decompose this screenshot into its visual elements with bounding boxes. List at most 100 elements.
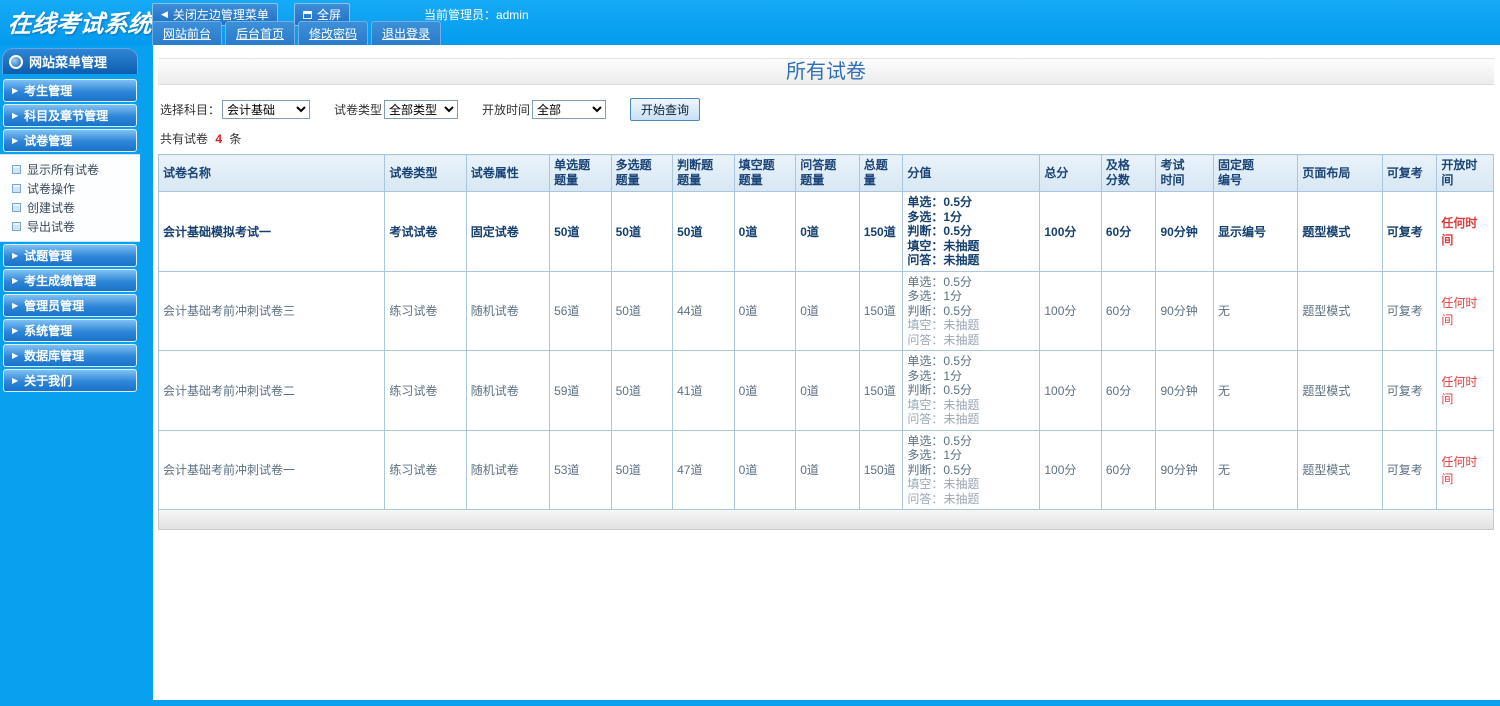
cell-scores: 单选：0.5分 多选：1分 判断：0.5分 填空：未抽题 问答：未抽题: [902, 191, 1041, 272]
sidebar-item-label: 数据库管理: [24, 349, 85, 363]
cell-type: 练习试卷: [384, 350, 467, 431]
sidebar-item-2[interactable]: ▶ 试卷管理: [3, 129, 137, 152]
arrow-icon: ▶: [12, 375, 19, 385]
cell-open: 任何时间: [1436, 191, 1494, 272]
cell-single: 56道: [549, 270, 612, 351]
cell-name: 会计基础考前冲刺试卷二: [157, 350, 386, 431]
cell-time: 90分钟: [1155, 429, 1215, 510]
column-header: 试卷名称: [157, 154, 386, 192]
paper-type-select[interactable]: 全部类型: [384, 100, 459, 119]
cell-blank: 0道: [733, 191, 797, 272]
column-header: 固定题 编号: [1213, 154, 1299, 192]
topbar-tab-2[interactable]: 修改密码: [298, 21, 369, 45]
cell-total_score: 100分: [1039, 350, 1102, 431]
cell-scores: 单选：0.5分 多选：1分 判断：0.5分 填空：未抽题 问答：未抽题: [902, 350, 1041, 431]
result-count: 4: [215, 132, 223, 146]
collapse-left-icon: ◀: [161, 9, 168, 19]
arrow-icon: ▶: [12, 135, 19, 145]
cell-fixed_no: 无: [1213, 350, 1299, 431]
cell-pass: 60分: [1100, 350, 1157, 431]
column-header: 可复考: [1381, 154, 1438, 192]
topbar-tab-3[interactable]: 退出登录: [371, 21, 442, 45]
submenu-item[interactable]: 试卷操作: [12, 179, 140, 198]
filter-bar: 选择科目： 会计基础 试卷类型 全部类型 开放时间 全部 开始查询: [160, 98, 1494, 121]
subject-select[interactable]: 会计基础: [222, 100, 311, 119]
cell-blank: 0道: [733, 270, 797, 351]
table-row: 会计基础考前冲刺试卷一 练习试卷 随机试卷 53道 50道 47道 0道 0道 150道 单选：0…: [157, 429, 1494, 510]
sidebar-item-label: 系统管理: [24, 324, 73, 338]
submenu-item-label: 显示所有试卷: [27, 163, 100, 177]
cell-multi: 50道: [610, 270, 674, 351]
cell-fixed_no: 无: [1213, 270, 1299, 351]
sidebar-item-5[interactable]: ▶ 管理员管理: [3, 294, 137, 317]
cell-retake: 可复考: [1381, 270, 1438, 351]
column-header: 问答题 题量: [795, 154, 860, 192]
sidebar-item-label: 管理员管理: [24, 299, 85, 313]
cell-fixed_no: 无: [1213, 429, 1299, 510]
sidebar-item-0[interactable]: ▶ 考生管理: [3, 79, 137, 102]
subject-filter-label: 选择科目：: [160, 103, 221, 117]
cell-multi: 50道: [610, 191, 674, 272]
cell-pass: 60分: [1100, 191, 1157, 272]
cell-retake: 可复考: [1381, 429, 1438, 510]
cell-layout: 题型模式: [1297, 429, 1383, 510]
arrow-icon: ▶: [12, 350, 19, 360]
cell-blank: 0道: [733, 350, 797, 431]
cell-attr: 固定试卷: [465, 191, 551, 272]
main-content: 所有试卷 选择科目： 会计基础 试卷类型 全部类型 开放时间 全部 开始查询 共…: [153, 45, 1500, 700]
sidebar-item-label: 考生管理: [24, 84, 73, 98]
result-summary: 共有试卷 4 条: [160, 130, 1494, 147]
cell-type: 练习试卷: [384, 270, 467, 351]
sidebar-item-4[interactable]: ▶ 考生成绩管理: [3, 269, 137, 292]
sidebar-item-6[interactable]: ▶ 系统管理: [3, 319, 137, 342]
cell-scores: 单选：0.5分 多选：1分 判断：0.5分 填空：未抽题 问答：未抽题: [902, 270, 1041, 351]
open-time-select[interactable]: 全部: [532, 100, 607, 119]
cell-total_score: 100分: [1039, 429, 1102, 510]
time-filter-label: 开放时间: [482, 103, 531, 117]
sidebar-item-7[interactable]: ▶ 数据库管理: [3, 344, 137, 367]
app-logo: 在线考试系统: [6, 11, 153, 38]
sidebar-item-1[interactable]: ▶ 科目及章节管理: [3, 104, 137, 127]
submenu-item[interactable]: 创建试卷: [12, 198, 140, 217]
cell-total_q: 150道: [858, 350, 904, 431]
page-layout: 网站菜单管理 ▶ 考生管理 ▶ 科目及章节管理 ▶ 试卷管理 显示所有试卷 试卷操作 创建试卷导…: [0, 45, 1500, 700]
sidebar: 网站菜单管理 ▶ 考生管理 ▶ 科目及章节管理 ▶ 试卷管理 显示所有试卷 试卷操作 创建试卷导…: [0, 45, 140, 700]
cell-open: 任何时间: [1436, 429, 1494, 510]
sidebar-item-3[interactable]: ▶ 试题管理: [3, 244, 137, 267]
cell-judge: 41道: [672, 350, 735, 431]
topbar-tab-1[interactable]: 后台首页: [225, 21, 296, 45]
cell-multi: 50道: [610, 429, 674, 510]
cell-layout: 题型模式: [1297, 270, 1383, 351]
query-button[interactable]: 开始查询: [630, 98, 701, 121]
cell-time: 90分钟: [1155, 350, 1215, 431]
table-header-row: 试卷名称 试卷类型 试卷属性 单选题 题量 多选题 题量 判断题 题量 填空题 题量 问答题 …: [157, 154, 1494, 192]
topbar-tabs: 网站前台 后台首页 修改密码 退出登录: [152, 21, 442, 45]
cell-fixed_no: 显示编号: [1213, 191, 1299, 272]
topbar-tab-0[interactable]: 网站前台: [152, 21, 223, 45]
cell-time: 90分钟: [1155, 191, 1215, 272]
cell-qa: 0道: [795, 191, 860, 272]
cell-open: 任何时间: [1436, 350, 1494, 431]
submenu-item-label: 试卷操作: [27, 182, 76, 196]
summary-suffix: 条: [229, 132, 242, 146]
cell-judge: 44道: [672, 270, 735, 351]
sidebar-item-label: 科目及章节管理: [24, 109, 109, 123]
papers-table: 试卷名称 试卷类型 试卷属性 单选题 题量 多选题 题量 判断题 题量 填空题 题量 问答题 …: [157, 154, 1494, 510]
cell-total_q: 150道: [858, 191, 904, 272]
cell-attr: 随机试卷: [465, 429, 551, 510]
cell-total_score: 100分: [1039, 270, 1102, 351]
cell-name: 会计基础考前冲刺试卷三: [157, 270, 386, 351]
column-header: 页面布局: [1297, 154, 1383, 192]
summary-prefix: 共有试卷: [160, 132, 209, 146]
type-filter-label: 试卷类型: [334, 103, 383, 117]
cell-type: 考试试卷: [384, 191, 467, 272]
submenu-item[interactable]: 导出试卷: [12, 217, 140, 236]
column-header: 总分: [1039, 154, 1102, 192]
submenu-item[interactable]: 显示所有试卷: [12, 160, 140, 179]
document-icon: [12, 222, 21, 231]
cell-single: 50道: [549, 191, 612, 272]
cell-name: 会计基础考前冲刺试卷一: [157, 429, 386, 510]
submenu-item-label: 导出试卷: [27, 220, 76, 234]
column-header: 多选题 题量: [610, 154, 674, 192]
sidebar-item-8[interactable]: ▶ 关于我们: [3, 369, 137, 392]
